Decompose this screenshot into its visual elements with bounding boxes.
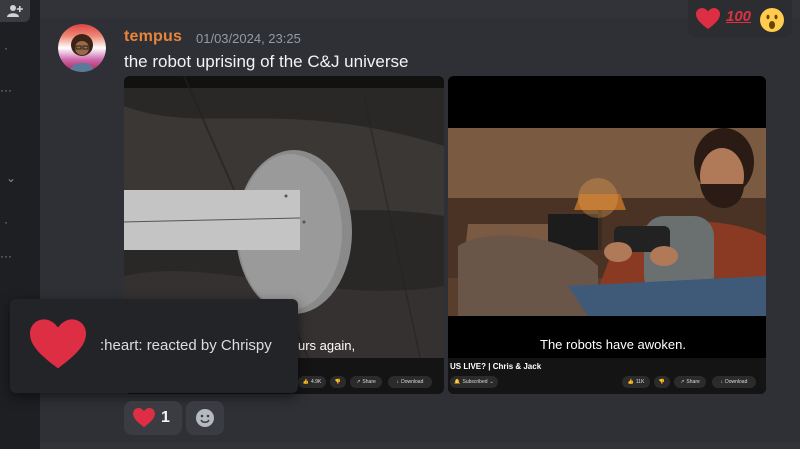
more-icon[interactable]: ··· — [0, 250, 12, 262]
add-friend-button[interactable] — [0, 0, 30, 22]
open-mouth-icon[interactable] — [760, 8, 784, 32]
subscribed-label: Subscribed — [462, 379, 488, 385]
rail-dot: · — [4, 215, 8, 229]
video-info-bar-2: US LIVE? | Chris & Jack 🔔 Subscribed ⌄ 👍… — [448, 358, 766, 394]
bell-icon: 🔔 — [454, 379, 461, 385]
video-title-2[interactable]: US LIVE? | Chris & Jack — [448, 362, 541, 371]
download-label: Download — [725, 379, 748, 385]
add-reaction-button[interactable] — [186, 401, 224, 435]
avatar[interactable] — [58, 24, 106, 72]
thumbs-up-icon: 👍 — [302, 379, 309, 385]
video-caption-2: The robots have awoken. — [540, 337, 686, 352]
dislike-button[interactable]: 👎 — [654, 376, 670, 388]
heart-icon — [133, 408, 155, 428]
share-icon: ↗ — [680, 379, 685, 385]
chevron-down-icon: ⌄ — [489, 379, 494, 385]
like-button[interactable]: 👍 4.9K — [298, 376, 326, 388]
reaction-tooltip: :heart: reacted by Chrispy — [10, 299, 298, 393]
video-embed-2[interactable]: The robots have awoken. US LIVE? | Chris… — [448, 76, 766, 394]
add-reaction-icon — [196, 409, 214, 427]
reaction-heart[interactable]: 1 — [124, 401, 182, 435]
download-icon: ↓ — [720, 379, 724, 385]
like-count: 4.9K — [310, 379, 322, 385]
subscribed-button[interactable]: 🔔 Subscribed ⌄ — [450, 376, 498, 388]
more-icon[interactable]: ··· — [0, 84, 12, 96]
thumbs-down-icon: 👎 — [334, 379, 342, 385]
like-count: 11K — [635, 379, 645, 385]
download-button[interactable]: ↓ Download — [712, 376, 756, 388]
rail-dot: · — [4, 41, 8, 55]
heart-icon[interactable] — [696, 8, 720, 30]
share-icon: ↗ — [356, 379, 361, 385]
message-timestamp: 01/03/2024, 23:25 — [196, 31, 301, 46]
share-button[interactable]: ↗ Share — [674, 376, 706, 388]
username[interactable]: tempus — [124, 28, 182, 46]
thumbs-up-icon: 👍 — [627, 379, 634, 385]
discord-window: · ··· ⌄ · ··· tempus 01/03/2024, 23:25 t… — [0, 0, 800, 449]
download-button[interactable]: ↓ Download — [388, 376, 432, 388]
quick-reaction-bar: 100 — [688, 0, 792, 38]
avatar-image — [58, 24, 106, 72]
tooltip-text: :heart: reacted by Chrispy — [100, 337, 272, 354]
hundred-points-icon[interactable]: 100 — [726, 8, 751, 25]
add-user-icon — [7, 5, 23, 17]
video-caption-1: urs again, — [298, 338, 356, 353]
download-label: Download — [401, 379, 424, 385]
share-button[interactable]: ↗ Share — [350, 376, 382, 388]
thumbs-down-icon: 👎 — [658, 379, 666, 385]
like-button[interactable]: 👍 11K — [622, 376, 650, 388]
download-icon: ↓ — [396, 379, 400, 385]
reaction-count: 1 — [161, 409, 170, 426]
chevron-down-icon[interactable]: ⌄ — [6, 172, 16, 184]
message-text: the robot uprising of the C&J universe — [124, 52, 409, 71]
heart-icon — [30, 319, 86, 369]
dislike-button[interactable]: 👎 — [330, 376, 346, 388]
share-label: Share — [686, 379, 700, 385]
share-label: Share — [362, 379, 376, 385]
